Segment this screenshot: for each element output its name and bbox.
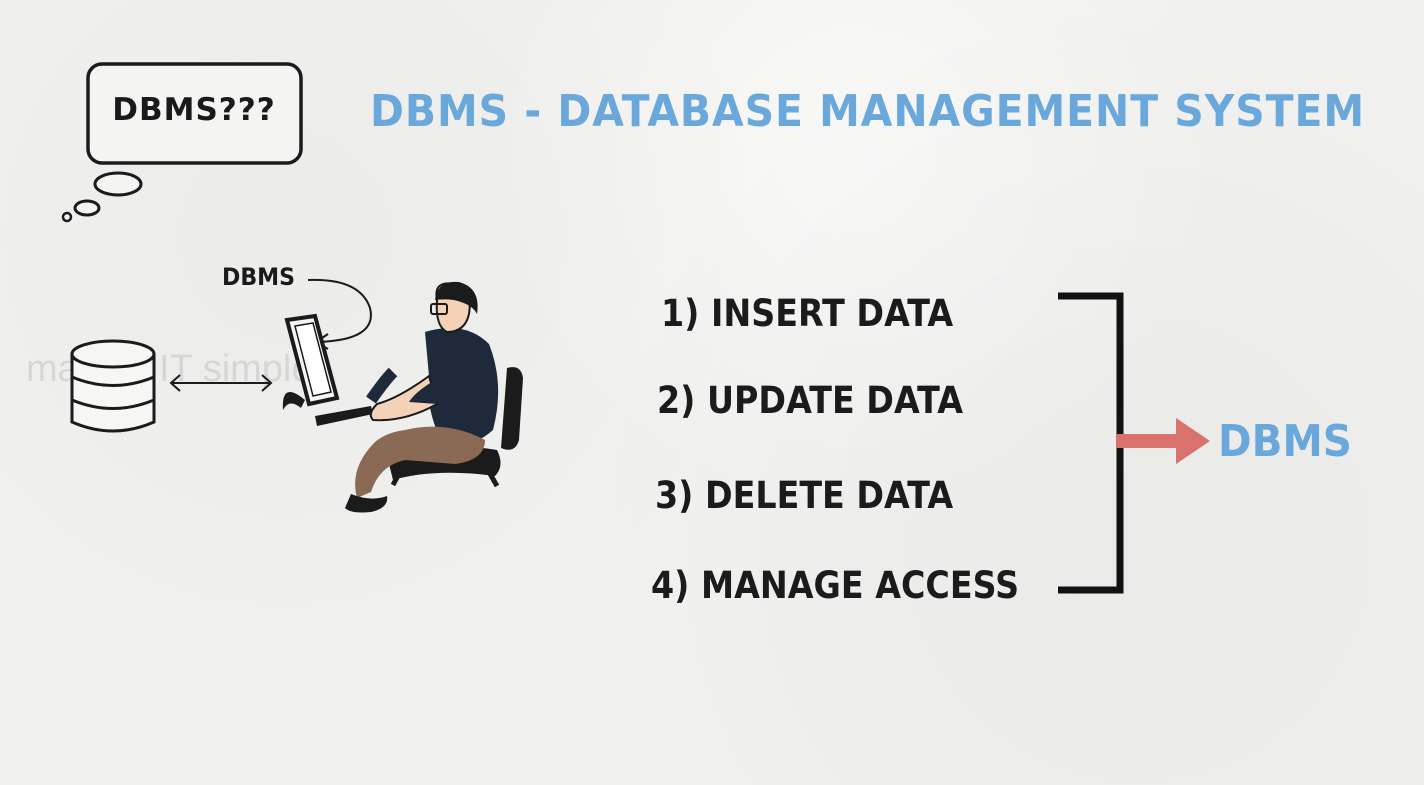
operation-manage-access: 4) MANAGE ACCESS xyxy=(651,564,1020,607)
dbms-result-label: DBMS xyxy=(1218,416,1352,467)
thought-bubble-text: DBMS??? xyxy=(112,92,276,128)
right-arrow-icon xyxy=(1116,418,1210,464)
computer-monitor-icon xyxy=(282,313,373,426)
operation-delete-data: 3) DELETE DATA xyxy=(655,474,954,517)
operation-insert-data: 1) INSERT DATA xyxy=(661,292,954,335)
operation-update-data: 2) UPDATE DATA xyxy=(657,379,964,422)
person-icon xyxy=(345,281,499,513)
page-title: DBMS - DATABASE MANAGEMENT SYSTEM xyxy=(370,86,1365,137)
database-icon xyxy=(70,339,156,433)
double-arrow-icon xyxy=(169,374,273,392)
slide: DBMS??? DBMS - DATABASE MANAGEMENT SYSTE… xyxy=(0,0,1424,785)
person-at-computer-illustration xyxy=(282,281,523,513)
